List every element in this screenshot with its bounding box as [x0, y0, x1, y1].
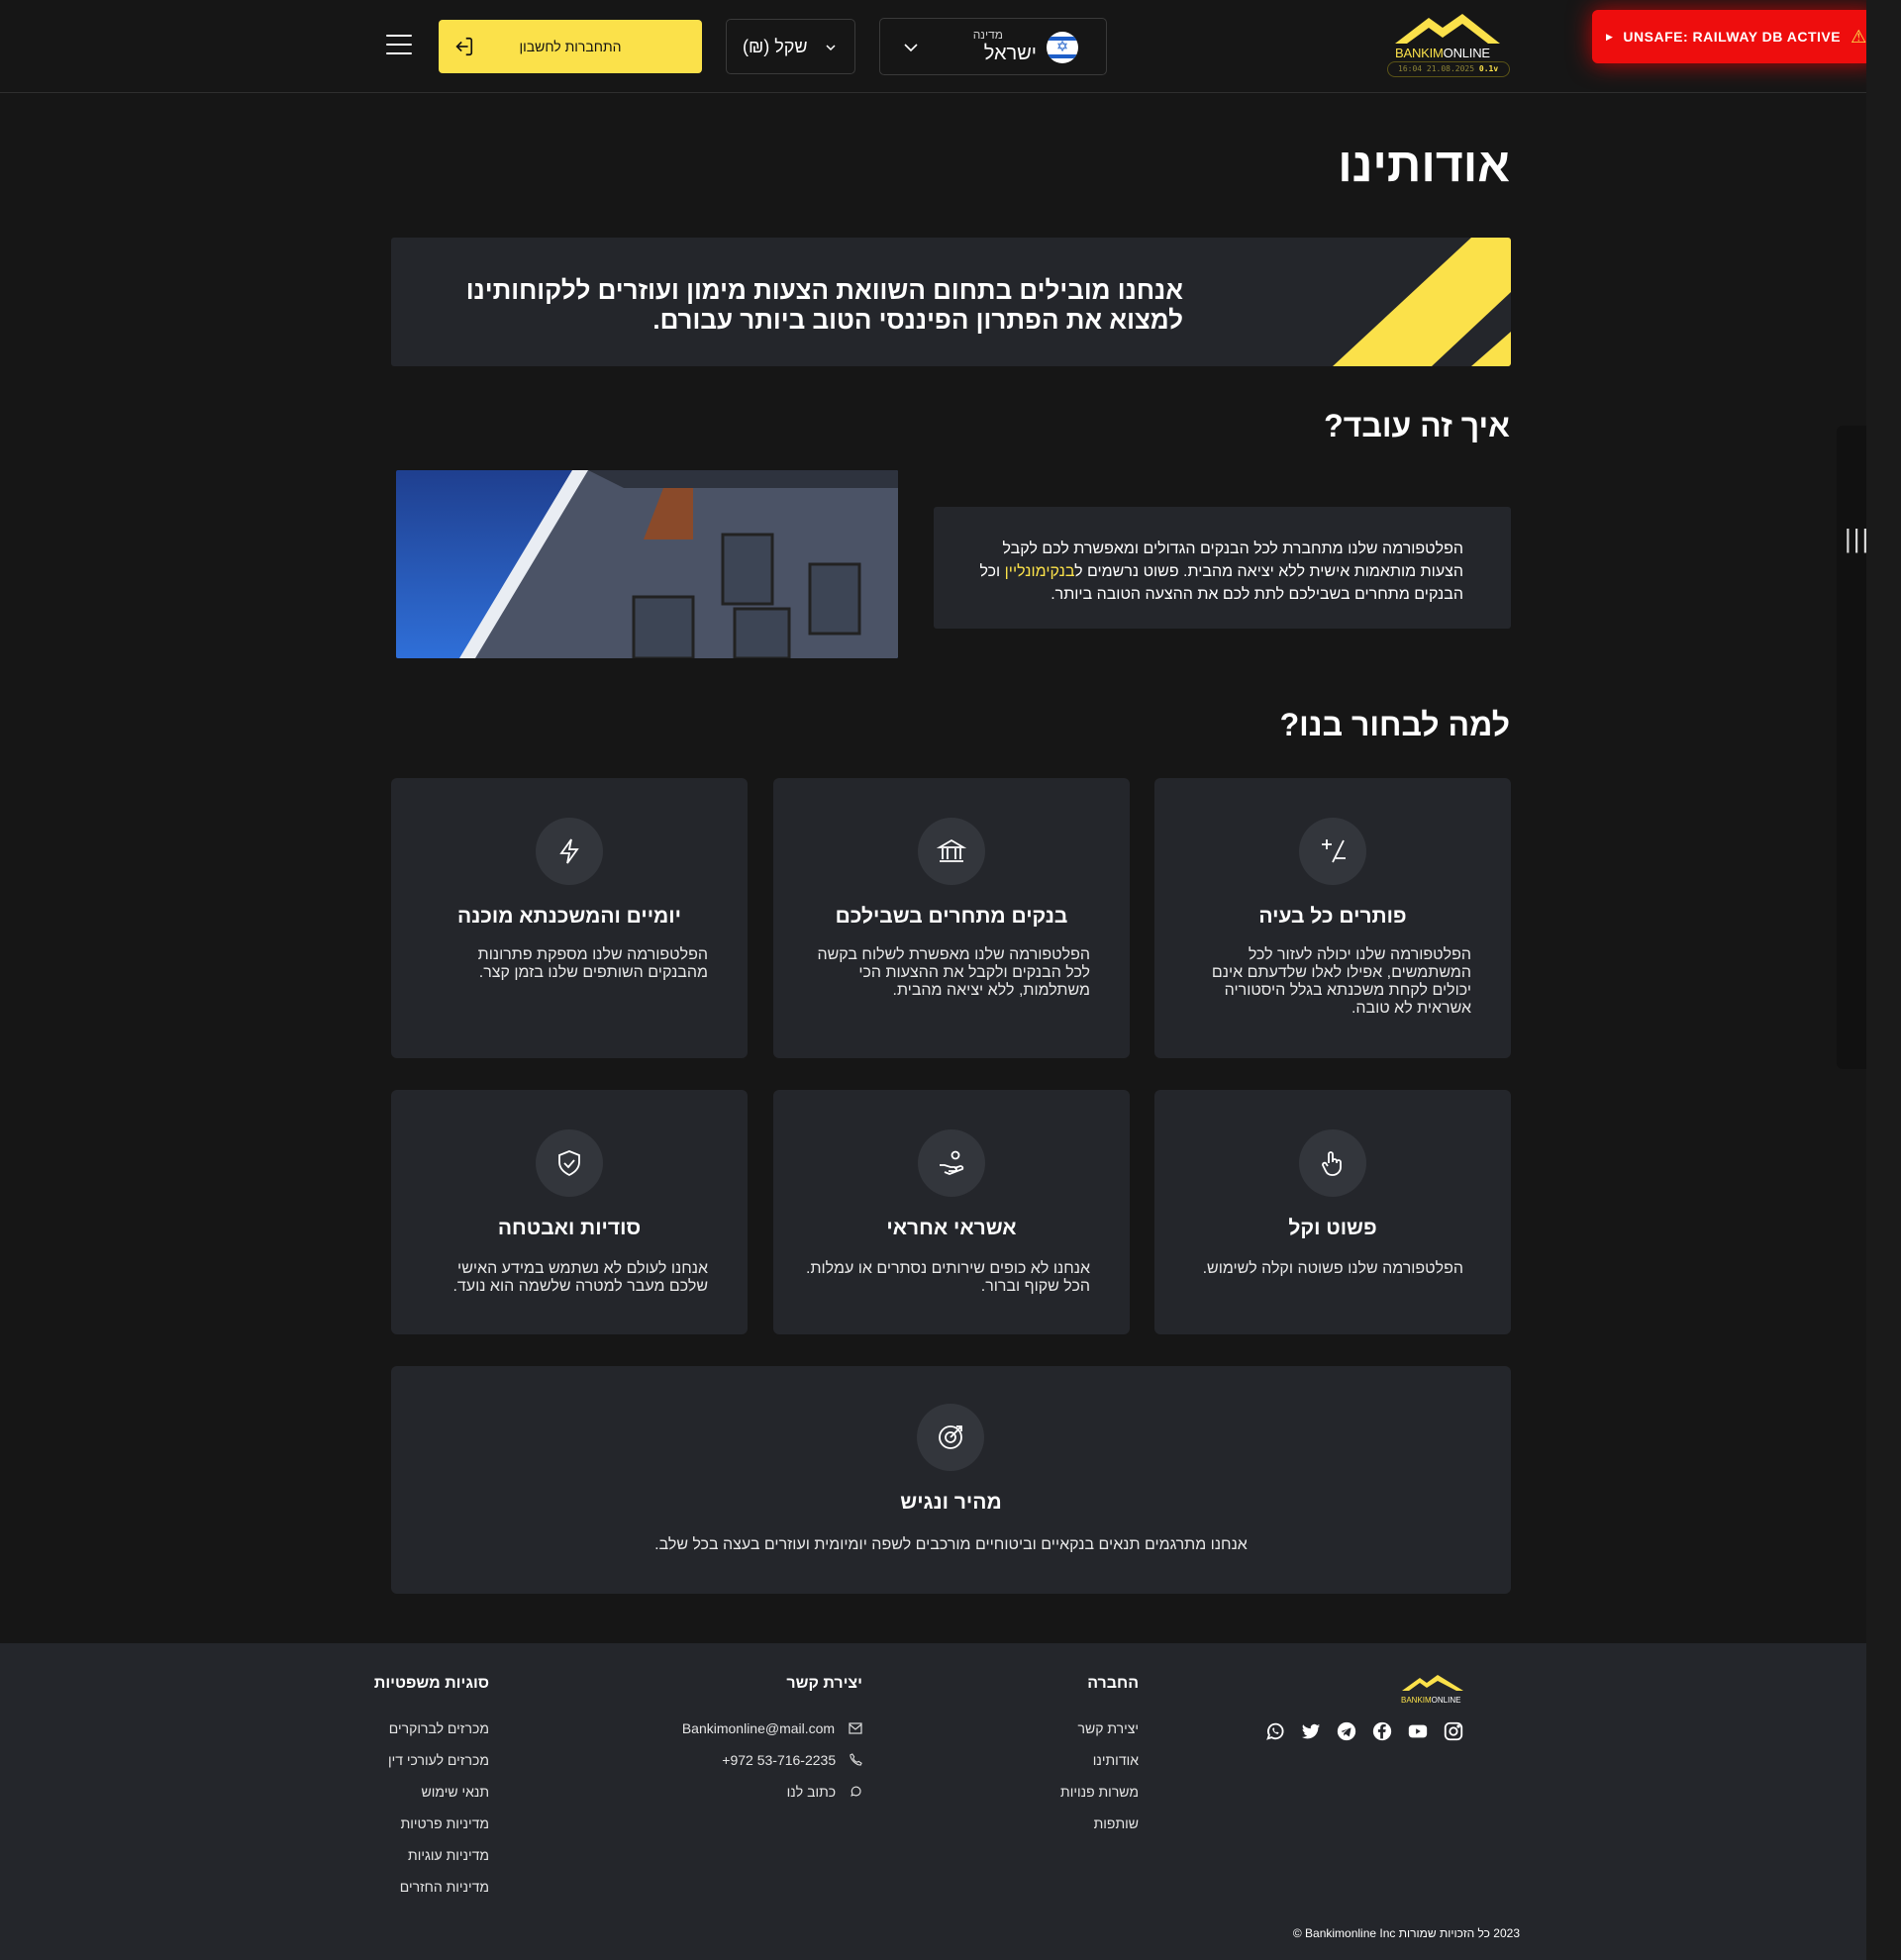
whatsapp-icon	[850, 1786, 861, 1797]
shield-check-icon	[536, 1129, 603, 1197]
footer-email-link[interactable]: Bankimonline@mail.com	[682, 1720, 862, 1736]
footer-phone-link[interactable]: +972 53-716-2235	[722, 1752, 862, 1768]
hero-banner: אנחנו מובילים בתחום השוואת הצעות מימון ו…	[391, 238, 1511, 366]
footer-company-title: החברה	[1087, 1675, 1139, 1692]
yellow-stripes-decoration	[1333, 238, 1511, 366]
chevron-down-icon	[826, 45, 836, 51]
footer-logo[interactable]: BANKIMONLINE	[1400, 1673, 1465, 1705]
pointer-hand-icon	[1299, 1129, 1366, 1197]
footer-link-refunds[interactable]: מדיניות החזרים	[400, 1879, 489, 1895]
version-badge: 16:04 21.08.2025 0.1v	[1387, 61, 1510, 77]
play-icon: ▶	[1606, 31, 1614, 42]
feature-title: סודיות ואבטחה	[497, 1217, 642, 1239]
footer-link-broker-tenders[interactable]: מכרזים לברוקרים	[389, 1720, 489, 1736]
hand-coin-icon	[918, 1129, 985, 1197]
warning-icon: ⚠	[1851, 26, 1867, 47]
hamburger-menu-icon[interactable]	[386, 35, 412, 56]
unsafe-db-warning-badge[interactable]: ▶ UNSAFE: RAILWAY DB ACTIVE ⚠	[1592, 10, 1879, 63]
footer-company-column: החברה יצירת קשר אודותינו משרות פנויות שו…	[941, 1675, 1139, 1833]
footer-contact-title: יצירת קשר	[786, 1675, 862, 1692]
country-value: ישראל	[983, 43, 1037, 64]
feature-card: אשראי אחראי אנחנו לא כופים שירותים נסתרי…	[773, 1090, 1130, 1334]
footer-link-cookies[interactable]: מדיניות עוגיות	[408, 1847, 489, 1863]
feature-card: פותרים כל בעיה הפלטפורמה שלנו יכולה לעזו…	[1154, 778, 1511, 1058]
feature-title: יומיים והמשכנתא מוכנה	[457, 905, 681, 928]
footer-legal-title: סוגיות משפטיות	[373, 1675, 489, 1692]
feature-desc: אנחנו לעולם לא נשתמש במידע האישי שלכם מע…	[452, 1260, 708, 1295]
feature-card: סודיות ואבטחה אנחנו לעולם לא נשתמש במידע…	[391, 1090, 748, 1334]
footer-legal-column: סוגיות משפטיות מכרזים לברוקרים מכרזים לע…	[271, 1675, 490, 1895]
footer-link-terms[interactable]: תנאי שימוש	[422, 1784, 490, 1800]
footer-write-us-link[interactable]: כתוב לנו	[787, 1784, 862, 1800]
phone-icon	[850, 1753, 862, 1766]
feature-title: בנקים מתחרים בשבילכם	[835, 905, 1068, 928]
feature-desc: אנחנו לא כופים שירותים נסתרים או עמלות. …	[806, 1260, 1090, 1295]
feature-desc: הפלטפורמה שלנו מספקת פתרונות מהבנקים השו…	[477, 946, 708, 981]
feature-title: פותרים כל בעיה	[1258, 905, 1407, 928]
feature-desc: הפלטפורמה שלנו יכולה לעזור לכל המשתמשים,…	[1211, 946, 1471, 1017]
feature-card: בנקים מתחרים בשבילכם הפלטפורמה שלנו מאפש…	[773, 778, 1130, 1058]
how-it-works-text: הפלטפורמה שלנו מתחברת לכל הבנקים הגדולים…	[934, 507, 1511, 629]
israel-flag-icon: ✡	[1047, 32, 1078, 63]
facebook-icon[interactable]	[1371, 1720, 1393, 1742]
feature-card: מהיר ונגיש אנחנו מתרגמים תנאים בנקאיים ו…	[391, 1366, 1511, 1594]
unsafe-label: UNSAFE: RAILWAY DB ACTIVE	[1623, 29, 1842, 45]
youtube-icon[interactable]	[1407, 1720, 1429, 1742]
login-label: התחברות לחשבון	[519, 39, 622, 54]
mail-icon	[849, 1722, 862, 1734]
instagram-icon[interactable]	[1443, 1720, 1464, 1742]
footer-link-jobs[interactable]: משרות פנויות	[1060, 1784, 1139, 1800]
feature-title: פשוט וקל	[1288, 1217, 1377, 1239]
lightning-icon	[536, 818, 603, 885]
top-header: התחברות לחשבון שקל (₪) מדינה ישראל ✡ BAN…	[0, 0, 1866, 93]
login-icon	[455, 37, 473, 56]
feature-desc: הפלטפורמה שלנו פשוטה וקלה לשימוש.	[1202, 1260, 1463, 1277]
telegram-icon[interactable]	[1336, 1720, 1357, 1742]
feature-title: מהיר ונגיש	[900, 1491, 1002, 1514]
footer-contact-column: יצירת קשר Bankimonline@mail.com +972 53-…	[605, 1675, 862, 1800]
footer-link-privacy[interactable]: מדיניות פרטיות	[401, 1815, 489, 1831]
logo[interactable]: BANKIMONLINE 16:04 21.08.2025 0.1v	[1381, 10, 1515, 81]
footer-link-partnership[interactable]: שותפות	[1094, 1815, 1139, 1831]
page-title: אודותינו	[1338, 140, 1510, 192]
footer-link-lawyer-tenders[interactable]: מכרזים לעורכי דין	[388, 1752, 489, 1768]
whatsapp-icon[interactable]	[1264, 1720, 1286, 1742]
brand-link[interactable]: בנקימונליין	[1005, 563, 1075, 580]
chevron-down-icon	[904, 44, 918, 52]
scrollbar-track[interactable]	[1866, 0, 1901, 1960]
plus-minus-icon	[1299, 818, 1366, 885]
bank-icon	[918, 818, 985, 885]
login-button[interactable]: התחברות לחשבון	[439, 20, 702, 73]
logo-text: BANKIMONLINE	[1395, 46, 1490, 60]
feature-desc: אנחנו מתרגמים תנאים בנקאיים וביטוחיים מו…	[654, 1536, 1248, 1553]
footer-link-about[interactable]: אודותינו	[1093, 1752, 1139, 1768]
grip-icon: |||	[1845, 524, 1871, 553]
feature-title: אשראי אחראי	[886, 1217, 1017, 1239]
footer-link-contact[interactable]: יצירת קשר	[1078, 1720, 1139, 1736]
feature-desc: הפלטפורמה שלנו מאפשרת לשלוח בקשה לכל הבנ…	[817, 946, 1090, 999]
how-it-works-title: איך זה עובד?	[1324, 408, 1510, 443]
side-panel-tab[interactable]: |||	[1837, 426, 1868, 1069]
hero-text: אנחנו מובילים בתחום השוואת הצעות מימון ו…	[465, 275, 1183, 335]
copyright-text: 2023 כל הזכויות שמורות Bankimonline Inc …	[1292, 1926, 1520, 1940]
roof-logo-icon	[1395, 14, 1500, 44]
building-photo	[396, 470, 898, 658]
feature-card: יומיים והמשכנתא מוכנה הפלטפורמה שלנו מספ…	[391, 778, 748, 1058]
country-select[interactable]: מדינה ישראל ✡	[879, 18, 1107, 75]
country-caption: מדינה	[972, 28, 1003, 42]
currency-value: שקל (₪)	[743, 36, 808, 56]
svg-text:BANKIMONLINE: BANKIMONLINE	[1401, 1696, 1460, 1705]
twitter-icon[interactable]	[1300, 1720, 1322, 1742]
currency-select[interactable]: שקל (₪)	[726, 19, 855, 74]
feature-card: פשוט וקל הפלטפורמה שלנו פשוטה וקלה לשימו…	[1154, 1090, 1511, 1334]
why-choose-us-title: למה לבחור בנו?	[1279, 707, 1510, 742]
target-icon	[917, 1404, 984, 1471]
